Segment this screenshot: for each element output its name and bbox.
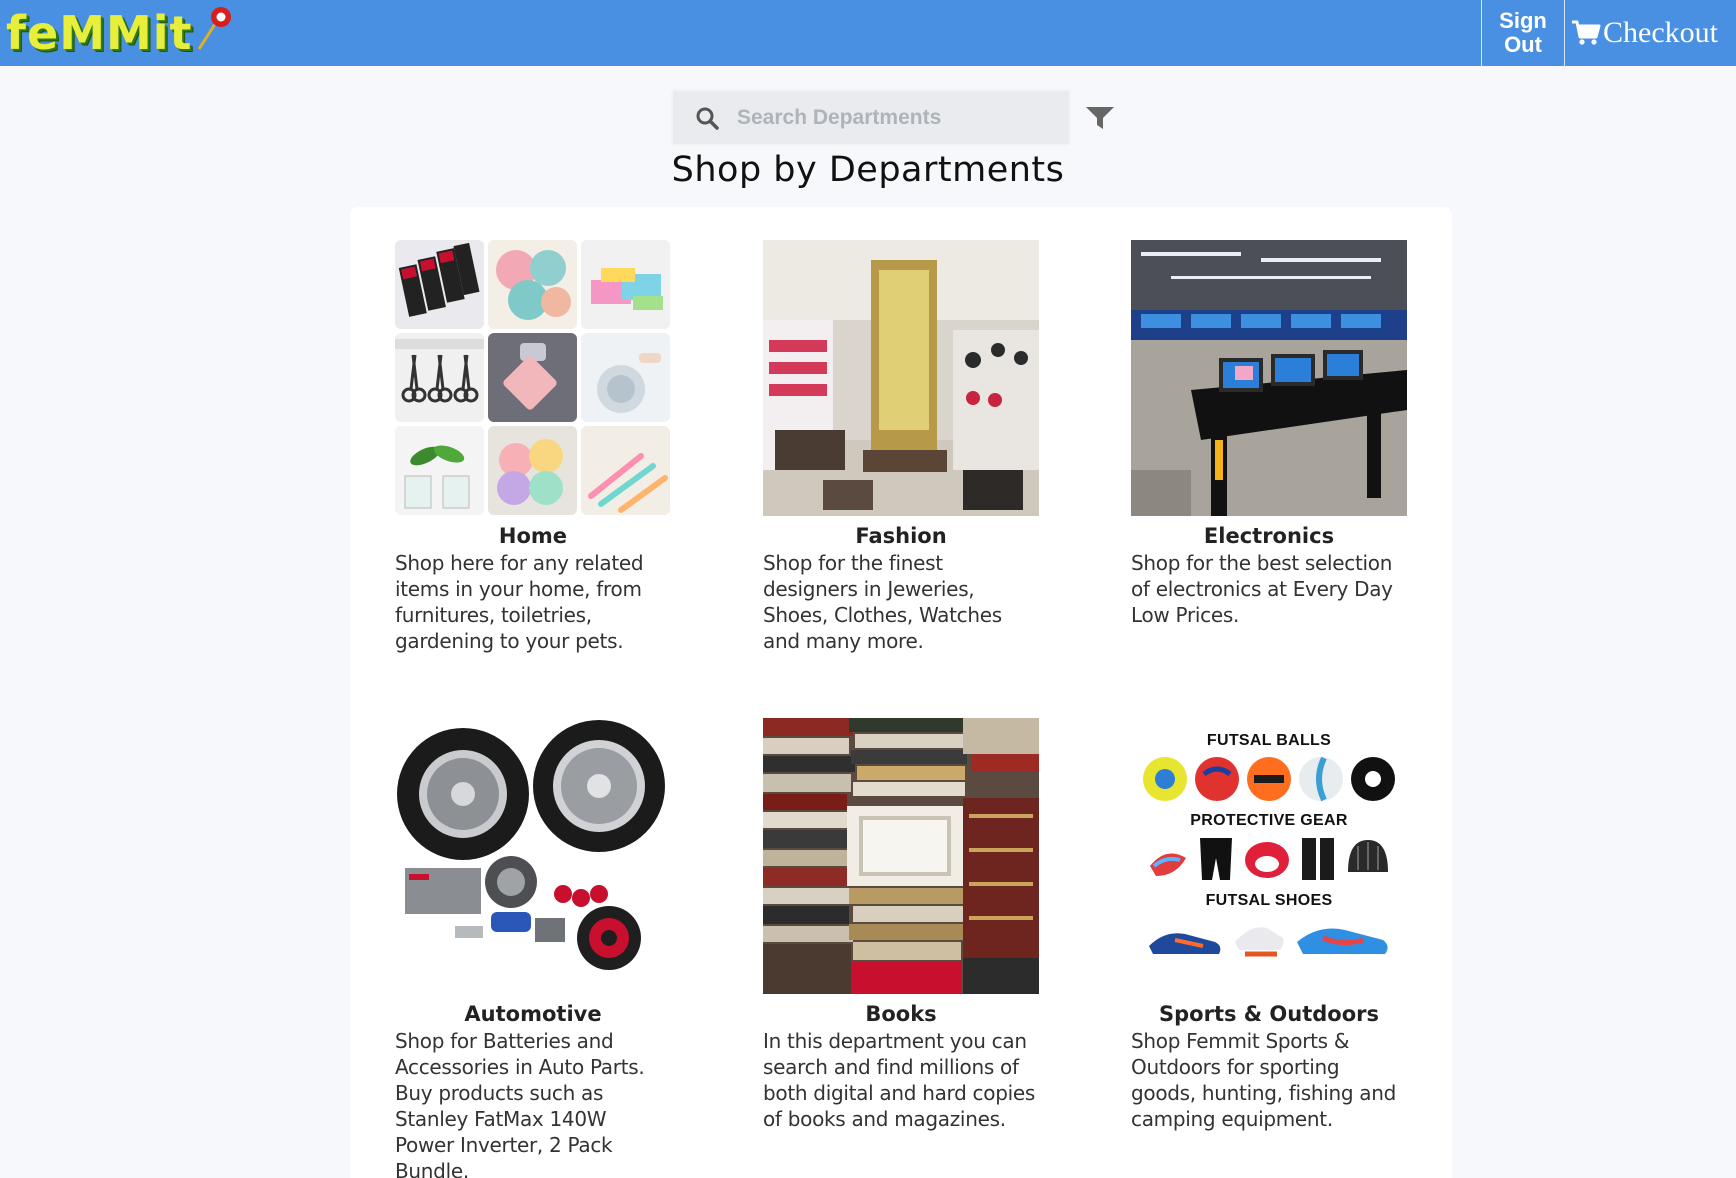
page-title: Shop by Departments	[671, 150, 1065, 190]
department-description-books: In this department you can search and fi…	[763, 1029, 1035, 1131]
department-description-fashion: Shop for the finest designers in Jewerie…	[763, 551, 1002, 653]
checkout-label: Checkout	[1603, 16, 1718, 49]
futsal-shoes-row	[1131, 916, 1407, 962]
search-bar	[671, 89, 1071, 146]
department-description-sports-outdoors: Shop Femmit Sports & Outdoors for sporti…	[1131, 1029, 1397, 1131]
mosaic-tile	[581, 240, 670, 329]
nav-actions: Sign Out Checkout	[1481, 0, 1736, 66]
department-card-automotive: Automotive Shop for Batteries and Access…	[395, 718, 671, 1178]
department-name-books[interactable]: Books	[763, 1002, 1039, 1026]
fashion-department-image[interactable]	[763, 240, 1039, 516]
department-name-electronics[interactable]: Electronics	[1131, 524, 1407, 548]
department-card-fashion: Fashion Shop for the finest designers in…	[763, 240, 1039, 654]
home-department-image[interactable]	[395, 240, 671, 516]
department-description-automotive: Shop for Batteries and Accessories in Au…	[395, 1029, 645, 1178]
search-icon	[696, 107, 719, 130]
mosaic-tile	[581, 426, 670, 515]
department-description-home: Shop here for any related items in your …	[395, 551, 644, 653]
department-name-automotive[interactable]: Automotive	[395, 1002, 671, 1026]
protective-gear-row	[1131, 836, 1407, 882]
electronics-department-image[interactable]	[1131, 240, 1407, 516]
map-pin-icon	[197, 7, 231, 50]
department-card-books: Books In this department you can search …	[763, 718, 1039, 1132]
department-name-sports-outdoors[interactable]: Sports & Outdoors	[1131, 1002, 1407, 1026]
home-mosaic	[395, 240, 671, 515]
department-card-sports-outdoors: FUTSAL BALLS PROTECTIVE GEAR FUTSAL SHOE…	[1131, 718, 1407, 1132]
futsal-shoes-label: FUTSAL SHOES	[1205, 892, 1333, 909]
books-department-image[interactable]	[763, 718, 1039, 994]
department-description-electronics: Shop for the best selection of electroni…	[1131, 551, 1393, 627]
mosaic-tile	[488, 240, 577, 329]
futsal-balls-label: FUTSAL BALLS	[1206, 732, 1332, 749]
mosaic-tile	[488, 426, 577, 515]
search-departments-input[interactable]	[737, 97, 1057, 138]
sign-out-label-line2: Out	[1504, 32, 1542, 57]
futsal-balls-row	[1131, 756, 1407, 802]
mosaic-tile	[395, 240, 484, 329]
cart-icon	[1572, 20, 1601, 45]
sign-out-label-line1: Sign	[1499, 8, 1547, 33]
department-card-electronics: Electronics Shop for the best selection …	[1131, 240, 1407, 628]
department-name-fashion[interactable]: Fashion	[763, 524, 1039, 548]
mosaic-tile	[488, 333, 577, 422]
sports-outdoors-department-image[interactable]: FUTSAL BALLS PROTECTIVE GEAR FUTSAL SHOE…	[1131, 718, 1407, 994]
automotive-department-image[interactable]	[395, 718, 671, 994]
top-navbar: feMMit Sign Out Checkout	[0, 0, 1736, 66]
protective-gear-label: PROTECTIVE GEAR	[1190, 812, 1348, 829]
checkout-button[interactable]: Checkout	[1565, 0, 1736, 66]
department-card-home: Home Shop here for any related items in …	[395, 240, 671, 654]
mosaic-tile	[395, 333, 484, 422]
mosaic-tile	[395, 426, 484, 515]
departments-panel: Home Shop here for any related items in …	[350, 207, 1452, 1178]
sign-out-button[interactable]: Sign Out	[1481, 0, 1566, 66]
filter-icon[interactable]	[1084, 104, 1116, 132]
femmit-logo[interactable]: feMMit	[6, 4, 237, 62]
logo-text: feMMit	[6, 6, 193, 60]
mosaic-tile	[581, 333, 670, 422]
department-name-home[interactable]: Home	[395, 524, 671, 548]
